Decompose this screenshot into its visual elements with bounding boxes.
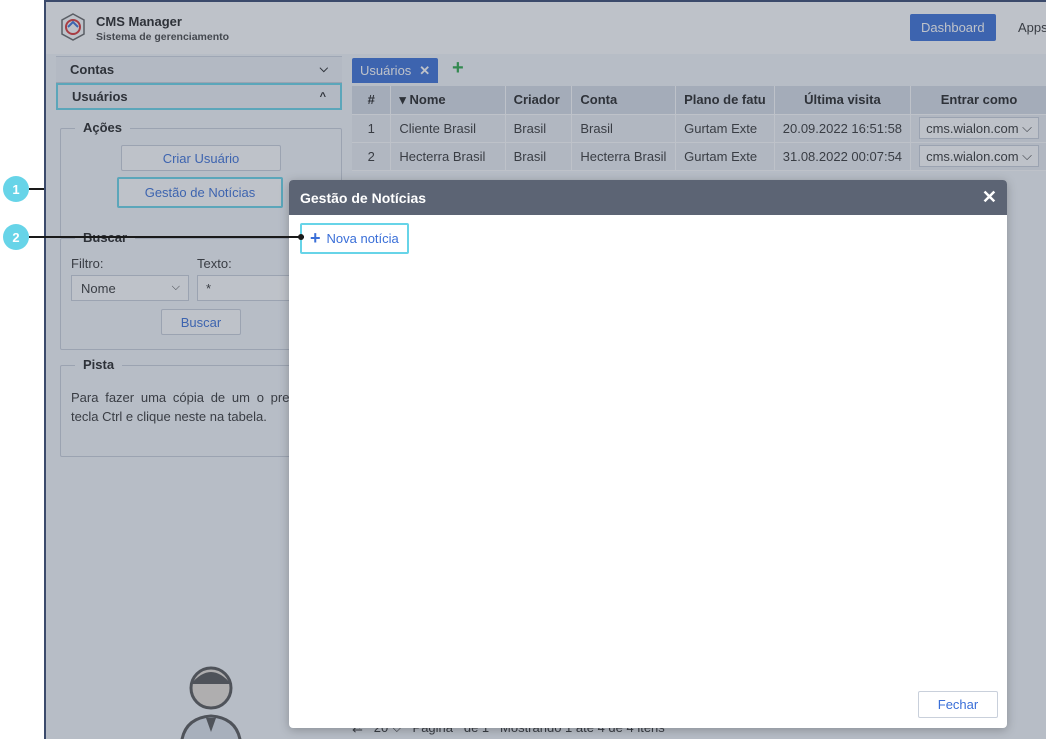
callout-2-line xyxy=(29,236,304,238)
nova-noticia-label: Nova notícia xyxy=(326,231,399,246)
callout-2-dot xyxy=(298,234,304,240)
gestao-noticias-dialog: Gestão de Notícias ✕ + Nova notícia Fech… xyxy=(289,180,1007,728)
dialog-title: Gestão de Notícias xyxy=(300,189,427,206)
plus-icon: + xyxy=(310,228,321,248)
fechar-button[interactable]: Fechar xyxy=(918,691,998,718)
app-window: CMS Manager Sistema de gerenciamento Das… xyxy=(44,0,1046,739)
callout-1: 1 xyxy=(3,176,29,202)
dialog-header: Gestão de Notícias ✕ xyxy=(289,180,1007,215)
close-icon[interactable]: ✕ xyxy=(982,187,997,208)
callout-2: 2 xyxy=(3,224,29,250)
nova-noticia-button[interactable]: + Nova notícia xyxy=(300,223,409,254)
